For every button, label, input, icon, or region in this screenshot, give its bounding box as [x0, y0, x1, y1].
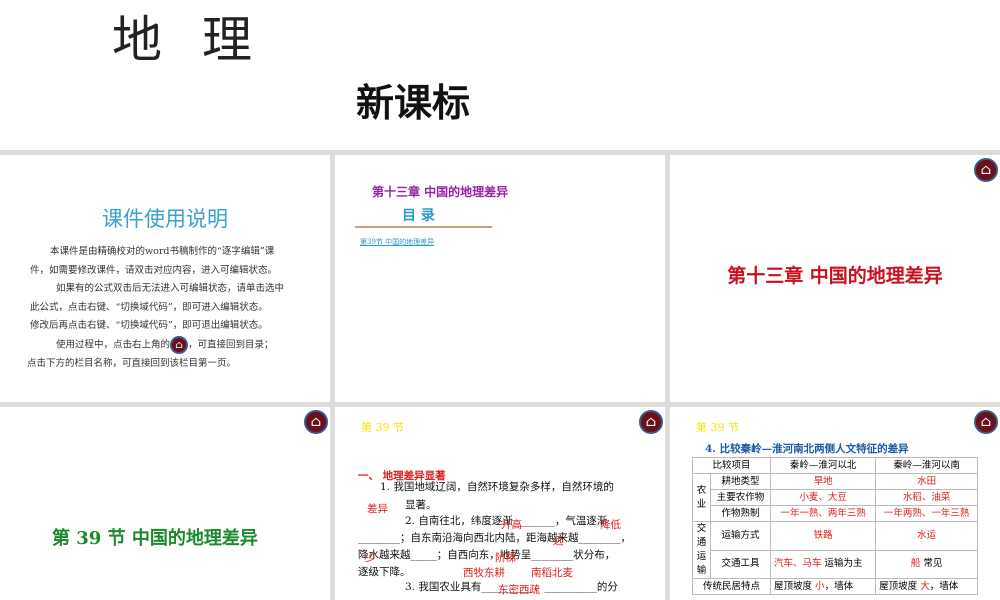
- line: 使用过程中，点击右上角的: [56, 339, 171, 350]
- line: ，可直接回到目录；: [188, 339, 274, 350]
- answer: 阶梯: [495, 552, 516, 564]
- line: 显著。: [405, 499, 437, 511]
- cell: 大: [920, 580, 930, 592]
- col-header: 比较项目: [692, 457, 771, 474]
- chapter-title: 第十三章 中国的地理差异: [727, 265, 943, 287]
- instructions-title: 课件使用说明: [102, 207, 228, 231]
- line: 如果有的公式双击后无法进入可编辑状态，请单击选中: [56, 283, 285, 294]
- group-label: 农业: [692, 473, 711, 522]
- cell: ，墙体: [929, 580, 959, 592]
- answer: 远: [553, 535, 564, 547]
- heading-number: 一、: [358, 470, 379, 482]
- toc-heading: 目 录: [402, 208, 435, 224]
- line: 1. 我国地域辽阔，自然环境复杂多样，自然环境的: [380, 481, 614, 493]
- row-label: 作物熟制: [710, 505, 771, 522]
- line: 点击下方的栏目名称，可直接回到该栏目第一页。: [27, 357, 237, 369]
- section-label: 第 39 节: [361, 421, 404, 434]
- section-title: 第 39 节 中国的地理差异: [52, 528, 258, 549]
- cell-suffix: 运输为主: [824, 558, 863, 570]
- line: 此公式，点击右键、“切换域代码”，即可进入编辑状态。: [30, 301, 268, 313]
- answer: 差异: [367, 503, 388, 515]
- cell: 小: [815, 580, 825, 592]
- cell: 船: [910, 558, 921, 570]
- answer: 东密西疏: [498, 584, 540, 596]
- line: 件，如需要修改课件，请双击对应内容，进入可编辑状态。: [30, 264, 278, 276]
- slide-instructions[interactable]: 课件使用说明 本课件是由精确校对的word书稿制作的“逐字编辑”课 件，如需要修…: [0, 155, 330, 402]
- col-header: 秦岭—淮河以北: [769, 457, 877, 474]
- cell: 水稻、油菜: [875, 489, 978, 506]
- answer: 少: [365, 552, 376, 564]
- home-button[interactable]: ⌂: [974, 410, 998, 434]
- group-label: 传统民居特点: [692, 578, 771, 595]
- divider: [355, 226, 492, 228]
- toc-link-section-39[interactable]: 第39节 中国的地理差异: [360, 237, 434, 247]
- home-button[interactable]: ⌂: [639, 410, 663, 434]
- line: ________；自东南沿海向西北内陆，距海越来越________，: [358, 532, 631, 544]
- cell: 水田: [875, 473, 978, 490]
- group-label: 交通运输: [692, 521, 711, 579]
- answer: 西牧东耕: [463, 567, 505, 579]
- cell: 铁路: [769, 521, 877, 551]
- col-header: 秦岭—淮河以南: [875, 457, 978, 474]
- row-label: 主要农作物: [710, 489, 771, 506]
- slide-content[interactable]: ⌂ 第 39 节 一、 地理差异显著 1. 我国地域辽阔，自然环境复杂多样，自然…: [335, 407, 665, 600]
- line: 逐级下降。: [358, 566, 411, 578]
- slide-toc[interactable]: 第十三章 中国的地理差异 目 录 第39节 中国的地理差异: [335, 155, 665, 402]
- answer: 南稻北麦: [531, 567, 573, 579]
- home-button[interactable]: ⌂: [304, 410, 328, 434]
- row-label: 耕地类型: [710, 473, 771, 490]
- section-label: 第 39 节: [696, 421, 739, 434]
- line: 本课件是由精确校对的word书稿制作的“逐字编辑”课: [50, 246, 275, 257]
- row-label: 运输方式: [710, 521, 771, 551]
- cell: 小麦、大豆: [769, 489, 877, 506]
- subject-title: 地理: [112, 11, 292, 69]
- line: 修改后再点击右键、“切换域代码”，即可退出编辑状态。: [30, 320, 268, 331]
- chapter-label: 第十三章 中国的地理差异: [372, 185, 509, 199]
- title-slide: 地理 新课标: [0, 0, 1000, 150]
- curriculum-label: 新课标: [356, 81, 471, 125]
- slide-table[interactable]: ⌂ 第 39 节 4. 比较秦岭—淮河南北两侧人文特征的差异 比较项目 秦岭—淮河…: [670, 407, 1000, 600]
- slide-chapter[interactable]: ⌂ 第十三章 中国的地理差异: [670, 155, 1000, 402]
- cell: 屋顶坡度: [774, 580, 813, 592]
- slide-section[interactable]: ⌂ 第 39 节 中国的地理差异: [0, 407, 330, 600]
- home-icon: ⌂: [170, 335, 189, 354]
- line: 降水越来越_____；自西向东，地势呈________状分布，: [358, 549, 616, 561]
- cell: 一年一熟、两年三熟: [769, 505, 877, 522]
- cell: 旱地: [769, 473, 877, 490]
- cell: 汽车、马车: [774, 558, 822, 570]
- table-title: 4. 比较秦岭—淮河南北两侧人文特征的差异: [705, 443, 909, 455]
- row-label: 交通工具: [710, 549, 771, 579]
- comparison-table: 比较项目 秦岭—淮河以北 秦岭—淮河以南 农业 耕地类型 旱地 水田 主要农作物 小麦、大豆…: [692, 457, 978, 595]
- cell: 屋顶坡度: [879, 580, 918, 592]
- home-button[interactable]: ⌂: [974, 158, 998, 182]
- cell: 一年两熟、一年三熟: [875, 505, 978, 522]
- cell-suffix: 常见: [923, 558, 943, 570]
- cell: ，墙体: [824, 580, 854, 592]
- cell: 水运: [875, 521, 978, 551]
